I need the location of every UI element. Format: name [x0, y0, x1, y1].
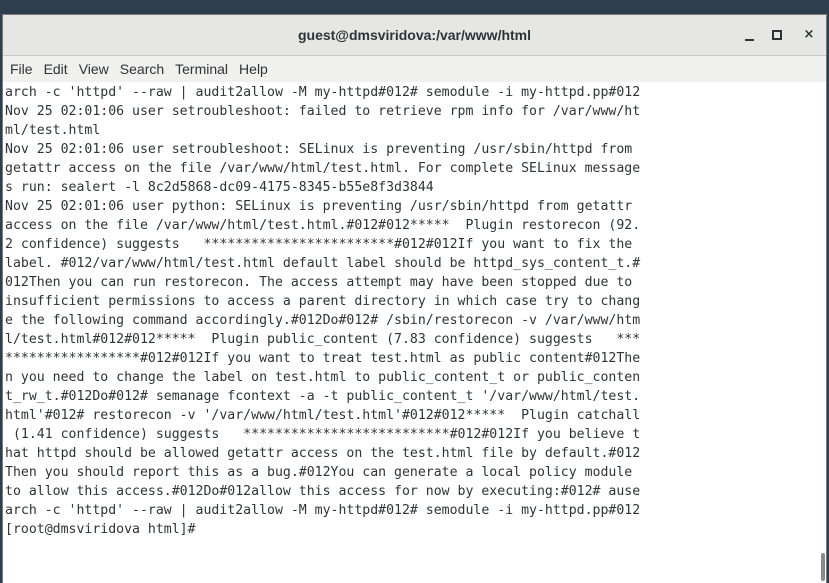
maximize-icon [772, 29, 782, 40]
terminal-line: Then you should report this as a bug.#01… [5, 465, 633, 480]
terminal-prompt[interactable]: [root@dmsviridova html]# [5, 522, 204, 537]
menu-terminal[interactable]: Terminal [175, 61, 228, 77]
terminal-line: 2 confidence) suggests *****************… [5, 237, 633, 252]
terminal-line: n you need to change the label on test.h… [5, 370, 641, 385]
terminal-line: arch -c 'httpd' --raw | audit2allow -M m… [5, 503, 641, 518]
terminal-line: l/test.html#012#012***** Plugin public_c… [5, 332, 641, 347]
terminal-line: (1.41 confidence) suggests *************… [5, 427, 641, 442]
terminal-output[interactable]: arch -c 'httpd' --raw | audit2allow -M m… [3, 82, 826, 583]
window-title: guest@dmsviridova:/var/www/html [297, 27, 532, 43]
menu-view[interactable]: View [79, 61, 109, 77]
menu-edit[interactable]: Edit [44, 61, 68, 77]
terminal-line: t_rw_t.#012Do#012# semanage fcontext -a … [5, 389, 641, 404]
terminal-line: Nov 25 02:01:06 user python: SELinux is … [5, 199, 633, 214]
terminal-line: arch -c 'httpd' --raw | audit2allow -M m… [5, 85, 641, 100]
terminal-line: Nov 25 02:01:06 user setroubleshoot: fai… [5, 104, 641, 119]
terminal-line: label. #012/var/www/html/test.html defau… [5, 256, 641, 271]
terminal-line: *****************#012#012If you want to … [5, 351, 641, 366]
menu-file[interactable]: File [10, 61, 33, 77]
terminal-text: arch -c 'httpd' --raw | audit2allow -M m… [5, 83, 826, 539]
terminal-line: s run: sealert -l 8c2d5868-dc09-4175-834… [5, 180, 434, 195]
maximize-button[interactable] [767, 25, 787, 45]
scrollbar[interactable] [819, 82, 826, 583]
close-button[interactable]: × [799, 25, 819, 45]
terminal-line: 012Then you can run restorecon. The acce… [5, 275, 633, 290]
title-bar[interactable]: guest@dmsviridova:/var/www/html × [3, 15, 826, 56]
terminal-line: e the following command accordingly.#012… [5, 313, 641, 328]
minimize-icon [744, 38, 754, 41]
menu-bar: File Edit View Search Terminal Help [3, 56, 826, 83]
terminal-window: guest@dmsviridova:/var/www/html × File E… [2, 14, 827, 583]
terminal-line: html'#012# restorecon -v '/var/www/html/… [5, 408, 641, 423]
menu-help[interactable]: Help [239, 61, 268, 77]
terminal-line: to allow this access.#012Do#012allow thi… [5, 484, 641, 499]
minimize-button[interactable] [739, 25, 759, 45]
terminal-line: hat httpd should be allowed getattr acce… [5, 446, 641, 461]
scrollbar-thumb[interactable] [821, 553, 825, 581]
menu-search[interactable]: Search [120, 61, 164, 77]
terminal-line: access on the file /var/www/html/test.ht… [5, 218, 641, 233]
close-icon: × [803, 27, 815, 42]
terminal-line: Nov 25 02:01:06 user setroubleshoot: SEL… [5, 142, 633, 157]
terminal-line: getattr access on the file /var/www/html… [5, 161, 641, 176]
terminal-line: ml/test.html [5, 123, 101, 138]
terminal-line: insufficient permissions to access a par… [5, 294, 641, 309]
